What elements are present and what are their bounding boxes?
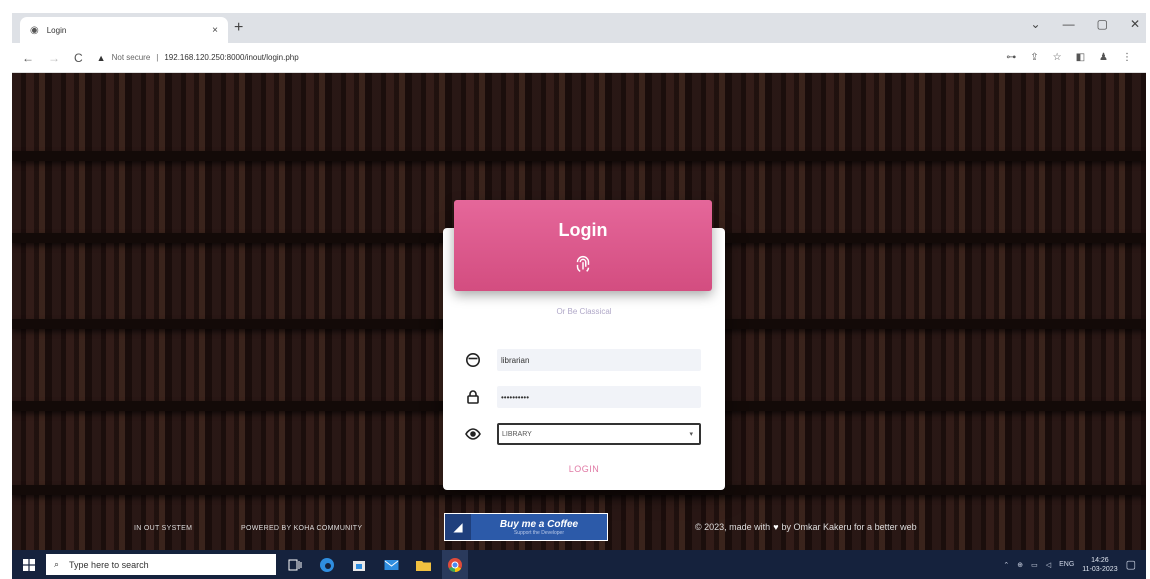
taskbar-search[interactable]: ⌕ Type here to search xyxy=(46,554,276,575)
warning-icon: ▲ xyxy=(96,52,106,63)
language-indicator[interactable]: ENG xyxy=(1059,561,1074,568)
address-bar[interactable]: ▲ Not secure | 192.168.120.250:8000/inou… xyxy=(97,53,993,63)
location-select-value: LIBRARY xyxy=(502,430,532,438)
browser-tab-strip: ◉ Login × + ⌄ — ▢ ✕ xyxy=(12,13,1146,43)
toolbar-icons: ⊶ ⇪ ☆ ◧ ♟ ⋮ xyxy=(1006,52,1132,63)
chrome-icon[interactable] xyxy=(442,550,468,579)
bookshelf-plank xyxy=(12,151,1146,161)
location-select[interactable]: LIBRARY ▾ xyxy=(497,423,701,445)
login-subtitle: Or Be Classical xyxy=(556,307,612,316)
coffee-tagline: Support the Developer xyxy=(513,529,565,536)
search-icon: ⌕ xyxy=(54,559,60,569)
footer-credit: © 2023, made with ♥ by Omkar Kakeru for … xyxy=(695,522,917,532)
folder-icon[interactable] xyxy=(410,550,436,579)
chevron-down-icon: ▾ xyxy=(689,431,693,438)
url-text: 192.168.120.250:8000/inout/login.php xyxy=(164,53,299,62)
login-card-header: Login xyxy=(454,200,712,291)
heart-icon: ♥ xyxy=(773,522,779,532)
user-icon xyxy=(466,353,480,367)
tab-title: Login xyxy=(46,25,67,35)
battery-icon[interactable]: ▭ xyxy=(1031,561,1038,569)
security-label: Not secure xyxy=(111,53,151,62)
profile-icon[interactable]: ♟ xyxy=(1099,52,1108,63)
username-input[interactable]: librarian xyxy=(497,349,701,371)
coffee-cup-icon: ◢ xyxy=(445,514,471,540)
login-button[interactable]: LOGIN xyxy=(443,464,725,474)
clock-time: 14:26 xyxy=(1091,556,1109,564)
task-view-icon[interactable] xyxy=(282,550,308,579)
tab-search-button[interactable]: ⌄ xyxy=(1031,17,1041,31)
close-window-button[interactable]: ✕ xyxy=(1130,17,1140,31)
coffee-label: Buy me a Coffee xyxy=(499,518,579,530)
clock[interactable]: 14:26 11-03-2023 xyxy=(1082,556,1117,574)
sidebar-icon[interactable]: ◧ xyxy=(1076,52,1085,63)
password-input[interactable]: •••••••••• xyxy=(497,386,701,408)
volume-icon[interactable]: ◁ xyxy=(1046,561,1051,569)
eye-icon xyxy=(465,428,481,440)
credit-suffix: by Omkar Kakeru for a better web xyxy=(781,522,917,532)
star-icon[interactable]: ☆ xyxy=(1053,52,1062,63)
key-icon[interactable]: ⊶ xyxy=(1006,52,1016,63)
credit-prefix: © 2023, made with xyxy=(695,522,771,532)
buy-coffee-button[interactable]: ◢ Buy me a Coffee Support the Developer xyxy=(444,513,608,541)
menu-icon[interactable]: ⋮ xyxy=(1122,52,1132,63)
lock-icon xyxy=(467,390,479,404)
login-title: Login xyxy=(558,220,608,240)
reload-icon[interactable]: C xyxy=(74,51,83,65)
notification-icon[interactable]: ▢ xyxy=(1126,558,1136,571)
screen-frame: ◉ Login × + ⌄ — ▢ ✕ ← → C ▲ Not secure |… xyxy=(12,13,1146,579)
login-card: Login Or Be Classical librarian ••••••••… xyxy=(443,200,725,490)
edge-icon[interactable] xyxy=(314,550,340,579)
browser-toolbar: ← → C ▲ Not secure | 192.168.120.250:800… xyxy=(12,43,1146,73)
mail-icon[interactable] xyxy=(378,550,404,579)
store-icon[interactable] xyxy=(346,550,372,579)
forward-icon[interactable]: → xyxy=(48,51,60,65)
windows-icon xyxy=(23,558,35,571)
tab-close-button[interactable]: × xyxy=(212,25,218,36)
minimize-button[interactable]: — xyxy=(1063,17,1075,31)
browser-tab[interactable]: ◉ Login × xyxy=(20,17,228,43)
maximize-button[interactable]: ▢ xyxy=(1097,17,1108,31)
back-icon[interactable]: ← xyxy=(22,51,34,65)
coffee-text: Buy me a Coffee Support the Developer xyxy=(471,519,607,536)
username-row: librarian xyxy=(465,348,701,372)
new-tab-button[interactable]: + xyxy=(234,19,243,37)
window-controls: ⌄ — ▢ ✕ xyxy=(1031,17,1140,31)
system-tray: ⌃ ⊕ ▭ ◁ ENG 14:26 11-03-2023 ▢ xyxy=(1003,550,1146,579)
windows-taskbar: ⌕ Type here to search ⌃ ⊕ ▭ ◁ ENG 14:26 … xyxy=(12,550,1146,579)
footer-powered-by[interactable]: POWERED BY KOHA COMMUNITY xyxy=(241,525,362,532)
tray-up-icon[interactable]: ⌃ xyxy=(1003,561,1009,569)
page-viewport: Login Or Be Classical librarian ••••••••… xyxy=(12,73,1146,550)
fingerprint-icon[interactable] xyxy=(572,253,594,275)
network-icon[interactable]: ⊕ xyxy=(1017,561,1023,569)
taskbar-search-placeholder: Type here to search xyxy=(69,559,149,570)
location-row: LIBRARY ▾ xyxy=(465,422,701,446)
address-divider: | xyxy=(156,53,159,62)
password-row: •••••••••• xyxy=(465,385,701,409)
footer-brand[interactable]: IN OUT SYSTEM xyxy=(134,525,192,532)
globe-icon: ◉ xyxy=(30,24,39,36)
share-icon[interactable]: ⇪ xyxy=(1030,52,1038,63)
start-button[interactable] xyxy=(12,550,46,579)
clock-date: 11-03-2023 xyxy=(1082,565,1118,573)
